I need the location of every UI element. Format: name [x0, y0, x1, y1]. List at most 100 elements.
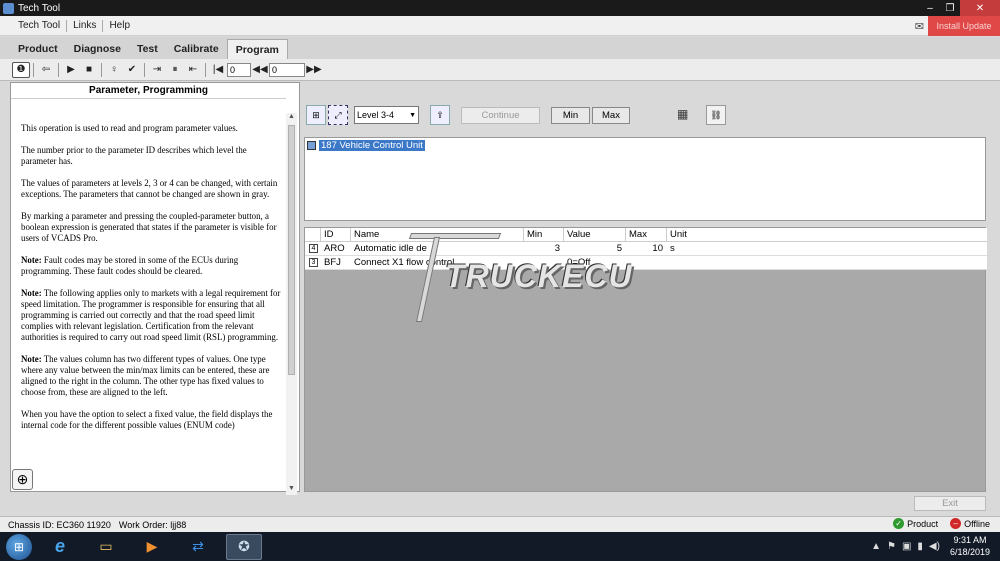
display-icon[interactable]: ▣ [902, 541, 911, 552]
clock[interactable]: 9:31 AM 6/18/2019 [950, 534, 990, 558]
menu-bar: Tech Tool Links Help ✉ Install Update [0, 16, 1000, 36]
minimize-button[interactable]: – [920, 0, 940, 16]
continue-button[interactable]: Continue [461, 107, 540, 124]
window-controls: – ❐ ✕ [920, 0, 1000, 16]
product-status-icon: ✓ [893, 518, 905, 529]
level-select-value: Level 3-4 [357, 110, 395, 120]
column-header-name[interactable]: Name [351, 228, 524, 242]
rewind-icon[interactable]: ◀◀ [251, 62, 269, 78]
column-header-min[interactable]: Min [524, 228, 564, 242]
check-icon[interactable]: ✔ [123, 62, 141, 78]
step-back-icon[interactable]: ⇤ [184, 62, 202, 78]
menu-item-help[interactable]: Help [103, 20, 136, 31]
column-header-max[interactable]: Max [626, 228, 667, 242]
info-panel-scrollbar[interactable]: ▲ ▼ [286, 113, 297, 495]
info-paragraph: Note: Fault codes may be stored in some … [21, 255, 239, 276]
tab-program[interactable]: Program [226, 39, 288, 59]
action-center-icon[interactable]: ⚑ [887, 541, 896, 552]
program-panel: ⊞ ⤢ Level 3-4 ▼ ⇪ Continue Min Max ▦ ⛓ 1… [304, 99, 987, 494]
calculator-icon[interactable]: ▦ [677, 107, 688, 121]
taskbar: ⊞ e ▭ ▶ ⇄ ✪ ▲ ⚑ ▣ ▮ ◀) 9:31 AM 6/18/2019 [0, 532, 1000, 561]
back-icon[interactable]: ⇦ [37, 62, 55, 78]
table-row[interactable]: 4 ARO Automatic idle de 3 5 10 s [305, 242, 987, 256]
cell-unit: s [670, 243, 675, 254]
menu-item-tech-tool[interactable]: Tech Tool [12, 20, 66, 31]
cell-min: 3 [554, 243, 560, 254]
main-toolbar: ❶ ⇦ ▶ ■ ♀ ✔ ⇥ ⏸ ⇤ |◀ ◀◀ ▶▶ [0, 59, 1000, 81]
cell-value[interactable]: 5 [564, 242, 626, 256]
forward-icon[interactable]: ▶▶ [305, 62, 323, 78]
export-icon[interactable]: ⇪ [430, 105, 450, 125]
frame-end-input[interactable] [269, 62, 305, 77]
title-bar: Tech Tool – ❐ ✕ [0, 0, 1000, 16]
work-order: Work Order: ljj88 [118, 519, 187, 530]
ecu-item-label: 187 Vehicle Control Unit [319, 140, 425, 151]
tab-product[interactable]: Product [10, 39, 66, 59]
table-row[interactable]: 3 BFJ Connect X1 flow control 0=Off [305, 256, 987, 270]
close-button[interactable]: ✕ [960, 0, 1000, 16]
product-status-label: Product [907, 518, 939, 529]
column-header-unit[interactable]: Unit [667, 228, 987, 242]
info-paragraph: The number prior to the parameter ID des… [21, 145, 247, 166]
first-frame-icon[interactable]: |◀ [209, 62, 227, 78]
tab-calibrate[interactable]: Calibrate [166, 39, 227, 59]
min-button[interactable]: Min [551, 107, 590, 124]
info-paragraph: Note: The following applies only to mark… [21, 288, 281, 342]
exit-button[interactable]: Exit [914, 496, 986, 511]
file-explorer-icon[interactable]: ▭ [88, 534, 124, 560]
tree-view-icon[interactable]: ⊞ [306, 105, 326, 125]
connection-status: ✓ Product – Offline [881, 518, 990, 529]
toolbar-separator [33, 62, 34, 77]
toolbar-separator [101, 62, 102, 77]
tech-tool-taskbar-icon[interactable]: ✪ [226, 533, 262, 560]
tray-expand-icon[interactable]: ▲ [871, 541, 881, 552]
max-button[interactable]: Max [592, 107, 630, 124]
cell-min [524, 256, 564, 270]
maximize-button[interactable]: ❐ [940, 0, 960, 16]
window-title: Tech Tool [18, 2, 61, 14]
link-icon[interactable]: ⛓ [706, 105, 726, 125]
media-player-icon[interactable]: ▶ [134, 534, 170, 560]
scroll-up-icon[interactable]: ▲ [286, 113, 297, 123]
mail-icon[interactable]: ✉ [915, 20, 924, 33]
system-tray: ▲ ⚑ ▣ ▮ ◀) 9:31 AM 6/18/2019 [871, 534, 990, 558]
main-tabs: Product Diagnose Test Calibrate Program [0, 37, 1000, 59]
play-icon[interactable]: ▶ [62, 62, 80, 78]
level-select[interactable]: Level 3-4 ▼ [354, 106, 419, 124]
frame-start-input[interactable] [227, 62, 251, 77]
pause-icon[interactable]: ⏸ [166, 62, 184, 78]
cell-name: Connect X1 flow control [354, 257, 455, 268]
ecu-list: 187 Vehicle Control Unit [304, 137, 986, 221]
info-icon[interactable]: ❶ [12, 61, 30, 78]
scroll-thumb[interactable] [288, 125, 295, 375]
menu-item-links[interactable]: Links [67, 20, 102, 31]
column-header-id[interactable]: ID [321, 228, 351, 242]
level-badge: 4 [309, 244, 318, 253]
tab-diagnose[interactable]: Diagnose [66, 39, 129, 59]
scroll-down-icon[interactable]: ▼ [286, 485, 297, 495]
toolbar-separator [144, 62, 145, 77]
cell-unit [670, 256, 730, 270]
start-button[interactable]: ⊞ [6, 533, 32, 560]
column-header-value[interactable]: Value [564, 228, 626, 242]
zoom-in-icon[interactable]: ⊕ [12, 469, 33, 490]
network-icon[interactable]: ▮ [917, 541, 923, 552]
toolbar-separator [205, 62, 206, 77]
cell-value[interactable]: 0=Off [567, 256, 626, 270]
cell-max [626, 256, 667, 270]
cell-id: BFJ [324, 257, 341, 268]
volume-icon[interactable]: ◀) [929, 541, 940, 552]
record-icon[interactable]: ♀ [105, 62, 123, 78]
grid-header: ID Name Min Value Max Unit [305, 228, 987, 242]
ecu-item[interactable]: 187 Vehicle Control Unit [307, 140, 425, 151]
info-paragraph: The values of parameters at levels 2, 3 … [21, 178, 278, 199]
internet-explorer-icon[interactable]: e [42, 534, 78, 560]
stop-icon[interactable]: ■ [80, 62, 98, 78]
chassis-id: Chassis ID: EC360 11920 [8, 519, 111, 530]
tab-test[interactable]: Test [129, 39, 166, 59]
teamviewer-icon[interactable]: ⇄ [180, 534, 216, 560]
expand-icon[interactable]: ⤢ [328, 105, 348, 125]
install-update-button[interactable]: Install Update [928, 16, 1000, 36]
step-icon[interactable]: ⇥ [148, 62, 166, 78]
info-paragraph: This operation is used to read and progr… [21, 123, 238, 133]
